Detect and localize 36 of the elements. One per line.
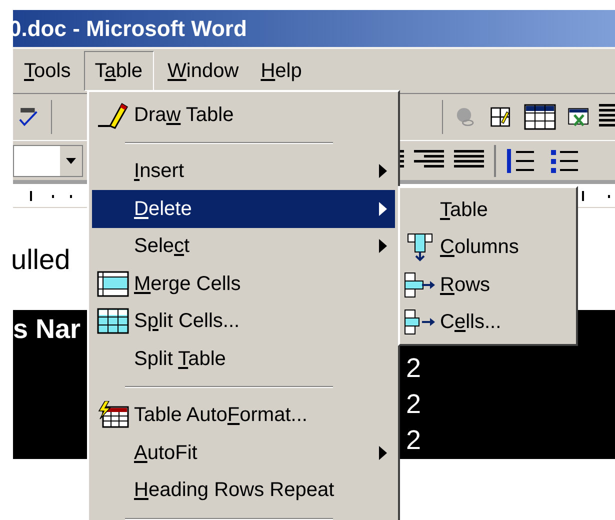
table-format-icon (97, 401, 129, 430)
table-header-cell: s Nar (13, 316, 81, 343)
table-cell: 2 (406, 391, 422, 418)
menu-item[interactable]: Merge Cells (92, 265, 395, 302)
submenu-arrow-icon (379, 446, 387, 460)
submenu-arrow-icon (379, 239, 387, 254)
submenu-arrow-icon (379, 164, 387, 178)
table-cell: 2 (406, 355, 422, 382)
menu-item[interactable]: Delete (92, 190, 395, 228)
delete-rows-icon (404, 270, 436, 299)
table-icon (524, 103, 556, 131)
menu-item[interactable]: Cells... (402, 304, 574, 341)
menu-item[interactable]: Select (92, 228, 395, 265)
menu-item[interactable]: Table AutoFormat... (92, 396, 395, 434)
numbered-list-icon (506, 146, 536, 174)
dropdown-arrow-icon (66, 158, 76, 164)
menu-item[interactable]: Columns (402, 228, 574, 266)
submenu-arrow-icon (379, 202, 387, 216)
split-cells-icon (97, 307, 129, 336)
menu-item[interactable]: Table (402, 191, 574, 228)
style-dropdown[interactable] (13, 144, 83, 176)
menu-item[interactable]: AutoFit (92, 434, 395, 472)
menu-bar-item[interactable]: Help (250, 51, 313, 91)
delete-columns-icon (406, 232, 434, 262)
table-cell: 2 (406, 427, 422, 454)
delete-cells-icon (404, 308, 436, 336)
menu-item[interactable]: Heading Rows Repeat (92, 472, 395, 509)
menu-item[interactable]: Insert (92, 152, 395, 190)
document-text: ulled (11, 246, 70, 274)
menu-bar-item[interactable]: Tools (13, 51, 82, 91)
menu-item[interactable]: Draw Table (92, 96, 395, 134)
merge-cells-icon (97, 270, 129, 298)
menu-item[interactable]: Split Cells... (92, 302, 395, 340)
menu-item[interactable]: Split Table (92, 340, 395, 378)
menu-bar-item[interactable]: Window (156, 51, 250, 91)
menu-item[interactable]: Rows (402, 266, 574, 304)
